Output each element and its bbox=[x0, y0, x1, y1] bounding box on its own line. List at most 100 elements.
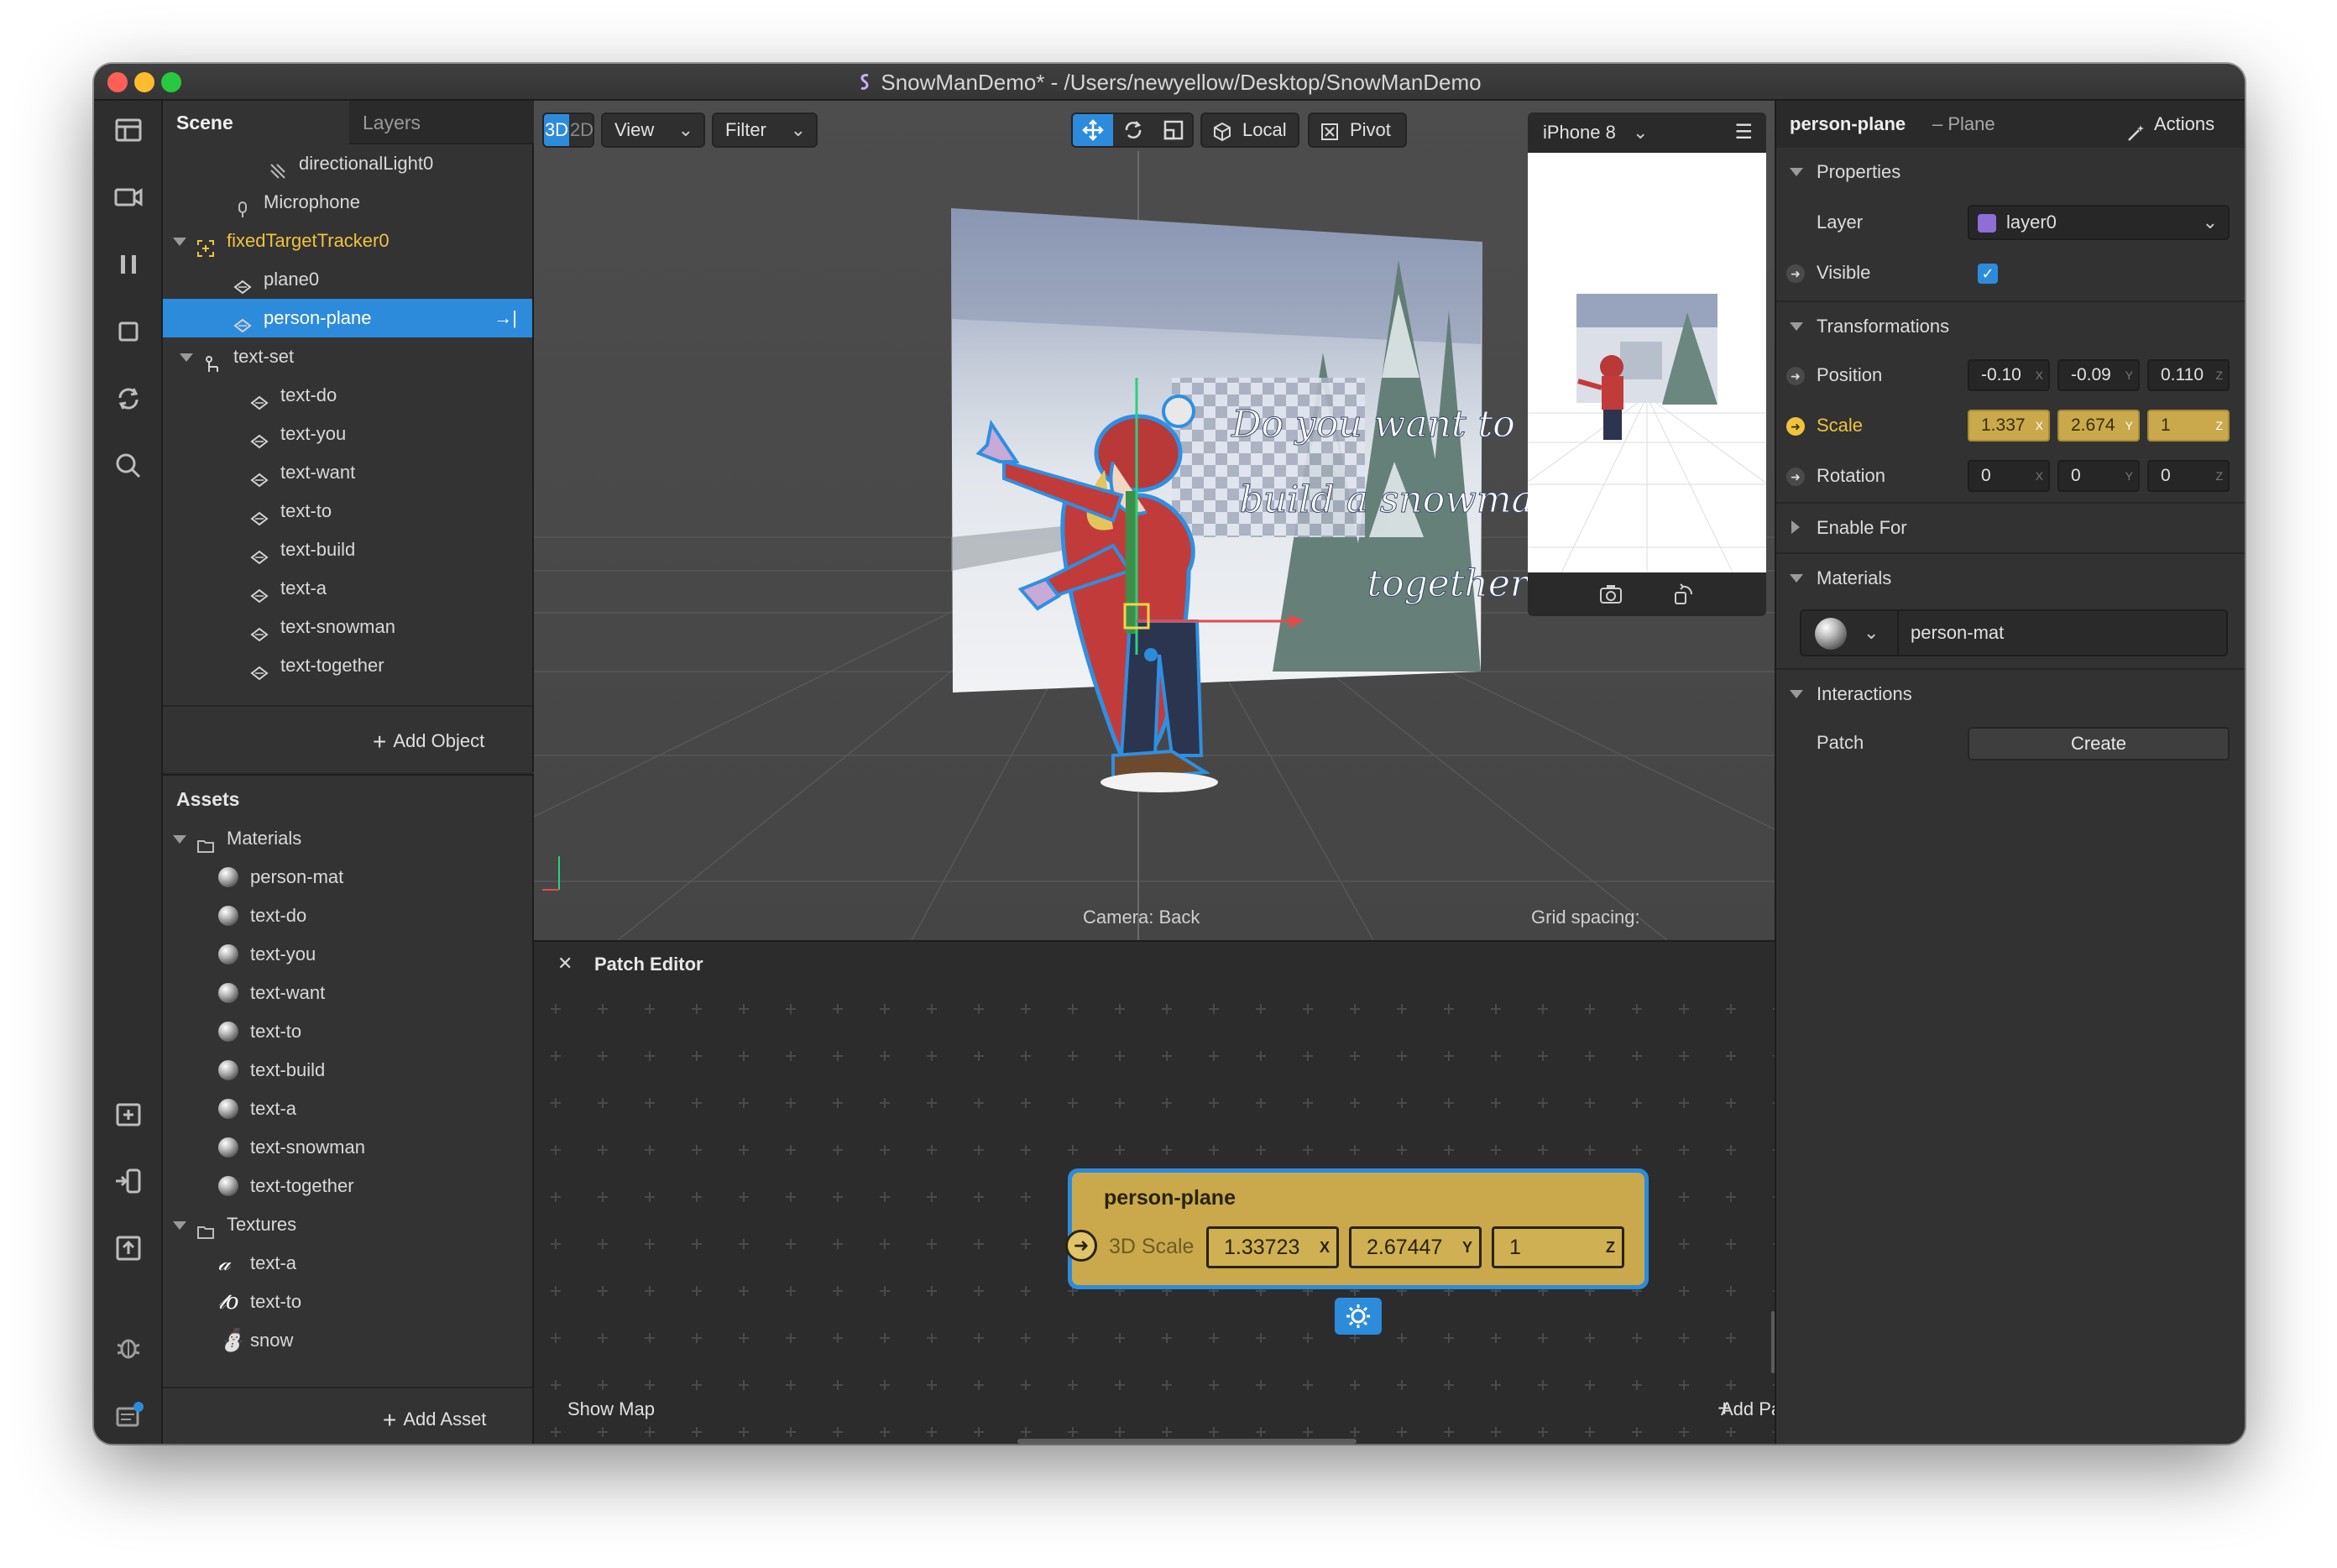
patch-node-selected[interactable]: person-plane ➜ 3D Scale 1.33723 X 2.67447… bbox=[1065, 1168, 1649, 1289]
horizontal-scrollbar[interactable] bbox=[1017, 1439, 1357, 1444]
tree-item-fixedTargetTracker0[interactable]: fixedTargetTracker0 bbox=[163, 222, 532, 260]
tree-item-text-to[interactable]: text-to bbox=[163, 492, 532, 531]
position-x-field[interactable]: -0.10 X bbox=[1968, 359, 2050, 391]
video-camera-icon[interactable] bbox=[111, 180, 146, 215]
asset-folder-textures[interactable]: Textures bbox=[163, 1205, 532, 1244]
send-to-device-icon[interactable] bbox=[111, 1163, 146, 1199]
visible-checkbox[interactable]: ✓ bbox=[1978, 264, 1998, 284]
rotation-y-field[interactable]: 0Y bbox=[2057, 460, 2140, 492]
rotation-x-field[interactable]: 0X bbox=[1968, 460, 2050, 492]
transformations-section[interactable]: Transformations bbox=[1776, 301, 2245, 349]
tree-item-text-want[interactable]: text-want bbox=[163, 453, 532, 492]
scale-z-field[interactable]: 1Z bbox=[1492, 1226, 1624, 1268]
tree-item-person-plane[interactable]: person-plane →| bbox=[163, 299, 532, 337]
asset-mat-text-a[interactable]: text-a bbox=[163, 1090, 532, 1128]
chevron-down-icon[interactable]: ⌄ bbox=[1864, 611, 1879, 655]
scale-y-field[interactable]: 2.674 Y bbox=[2057, 410, 2140, 442]
local-toggle[interactable]: Local bbox=[1200, 112, 1299, 148]
properties-section[interactable]: Properties bbox=[1776, 148, 2245, 196]
actions-button[interactable]: Actions bbox=[2154, 101, 2214, 148]
scale-x-field[interactable]: 1.33723 X bbox=[1206, 1226, 1339, 1268]
rotation-z-field[interactable]: 0Z bbox=[2147, 460, 2230, 492]
asset-mat-text-do[interactable]: text-do bbox=[163, 896, 532, 935]
patch-arrow-icon[interactable]: ➜ bbox=[1786, 468, 1805, 486]
device-selector[interactable]: iPhone 8 ⌄ ☰ bbox=[1528, 112, 1766, 153]
add-object-button[interactable]: + Add Object bbox=[373, 729, 484, 755]
show-map-button[interactable]: Show Map bbox=[567, 1398, 655, 1420]
bug-icon[interactable] bbox=[111, 1330, 146, 1365]
interactions-section[interactable]: Interactions bbox=[1776, 668, 2245, 717]
asset-folder-materials[interactable]: Materials bbox=[163, 819, 532, 858]
menu-icon[interactable]: ☰ bbox=[1734, 112, 1753, 153]
layer-select[interactable]: layer0 ⌄ bbox=[1968, 205, 2230, 240]
position-z-field[interactable]: 0.110 Z bbox=[2147, 359, 2230, 391]
add-asset-button[interactable]: + Add Asset bbox=[383, 1407, 486, 1434]
tab-layers[interactable]: Layers bbox=[349, 101, 534, 144]
tree-item-text-build[interactable]: text-build bbox=[163, 531, 532, 569]
pivot-toggle[interactable]: Pivot bbox=[1308, 112, 1407, 148]
scale-z-field[interactable]: 1Z bbox=[2147, 410, 2230, 442]
scale-y-field[interactable]: 2.67447 Y bbox=[1349, 1226, 1482, 1268]
asset-mat-text-to[interactable]: text-to bbox=[163, 1012, 532, 1051]
restart-icon[interactable] bbox=[111, 381, 146, 416]
tree-item-text-a[interactable]: text-a bbox=[163, 569, 532, 608]
asset-tex-text-a[interactable]: 𝒶 text-a bbox=[163, 1244, 532, 1283]
filter-dropdown[interactable]: Filter ⌄ bbox=[712, 112, 818, 148]
material-picker[interactable]: ⌄ person-mat bbox=[1800, 609, 2228, 656]
node-settings-icon[interactable] bbox=[1335, 1298, 1382, 1335]
rotate-tool-icon[interactable] bbox=[1113, 114, 1153, 146]
scene-text-line-3: together? bbox=[1367, 562, 1547, 605]
plane-icon bbox=[250, 387, 269, 410]
asset-mat-text-together[interactable]: text-together bbox=[163, 1167, 532, 1205]
scene-panel: Scene Layers directionalLight0 Microphone… bbox=[163, 101, 534, 772]
enable-for-section[interactable]: Enable For bbox=[1776, 502, 2245, 551]
disclosure-triangle[interactable] bbox=[180, 353, 193, 362]
input-port-arrow-icon[interactable]: ➜ bbox=[1065, 1230, 1097, 1262]
asset-mat-text-you[interactable]: text-you bbox=[163, 935, 532, 974]
asset-mat-text-build[interactable]: text-build bbox=[163, 1051, 532, 1090]
tree-item-plane0[interactable]: plane0 bbox=[163, 260, 532, 299]
scale-x-field[interactable]: 1.337 X bbox=[1968, 410, 2050, 442]
new-folder-icon[interactable] bbox=[111, 1096, 146, 1132]
console-icon[interactable] bbox=[111, 1398, 146, 1434]
tree-item-text-set[interactable]: text-set bbox=[163, 337, 532, 376]
asset-tex-snow[interactable]: ⛄ snow bbox=[163, 1321, 532, 1360]
tree-item-text-you[interactable]: text-you bbox=[163, 415, 532, 453]
asset-tex-text-to[interactable]: 𝓉𝑜 text-to bbox=[163, 1283, 532, 1321]
layout-icon[interactable] bbox=[111, 112, 146, 148]
pause-icon[interactable] bbox=[111, 247, 146, 282]
disclosure-triangle[interactable] bbox=[173, 835, 186, 844]
patch-arrow-icon[interactable]: ➜ bbox=[1786, 264, 1805, 283]
asset-mat-text-want[interactable]: text-want bbox=[163, 974, 532, 1012]
export-arrow-icon[interactable]: →| bbox=[494, 299, 517, 337]
scene-viewport[interactable]: Do you want to build a snowman together? bbox=[534, 101, 1775, 940]
mode-3d-button[interactable]: 3D bbox=[544, 114, 569, 146]
create-patch-button[interactable]: Create bbox=[1968, 727, 2230, 760]
device-preview[interactable]: iPhone 8 ⌄ ☰ bbox=[1528, 112, 1766, 616]
tab-scene[interactable]: Scene bbox=[163, 101, 349, 144]
mode-2d-button[interactable]: 2D bbox=[569, 114, 594, 146]
disclosure-triangle[interactable] bbox=[173, 1221, 186, 1230]
stop-icon[interactable] bbox=[111, 314, 146, 349]
position-y-field[interactable]: -0.09 Y bbox=[2057, 359, 2140, 391]
tree-item-label: text-together bbox=[280, 655, 384, 676]
search-icon[interactable] bbox=[111, 448, 146, 483]
close-icon[interactable]: ✕ bbox=[557, 953, 572, 975]
scale-tool-icon[interactable] bbox=[1153, 114, 1194, 146]
rotate-device-icon[interactable] bbox=[1670, 583, 1696, 606]
disclosure-triangle[interactable] bbox=[173, 238, 186, 246]
camera-flip-icon[interactable] bbox=[1598, 583, 1623, 606]
tree-item-text-snowman[interactable]: text-snowman bbox=[163, 608, 532, 646]
tree-item-text-do[interactable]: text-do bbox=[163, 376, 532, 415]
patch-arrow-icon[interactable]: ➜ bbox=[1786, 367, 1805, 385]
upload-icon[interactable] bbox=[111, 1231, 146, 1266]
view-dropdown[interactable]: View ⌄ bbox=[601, 112, 705, 148]
asset-mat-person-mat[interactable]: person-mat bbox=[163, 858, 532, 896]
tree-item-Microphone[interactable]: Microphone bbox=[163, 183, 532, 222]
move-tool-icon[interactable] bbox=[1073, 114, 1113, 146]
asset-mat-text-snowman[interactable]: text-snowman bbox=[163, 1128, 532, 1167]
tree-item-directionalLight0[interactable]: directionalLight0 bbox=[163, 144, 532, 183]
materials-section[interactable]: Materials bbox=[1776, 552, 2245, 601]
patch-arrow-icon[interactable]: ➜ bbox=[1786, 417, 1805, 436]
tree-item-text-together[interactable]: text-together bbox=[163, 646, 532, 685]
